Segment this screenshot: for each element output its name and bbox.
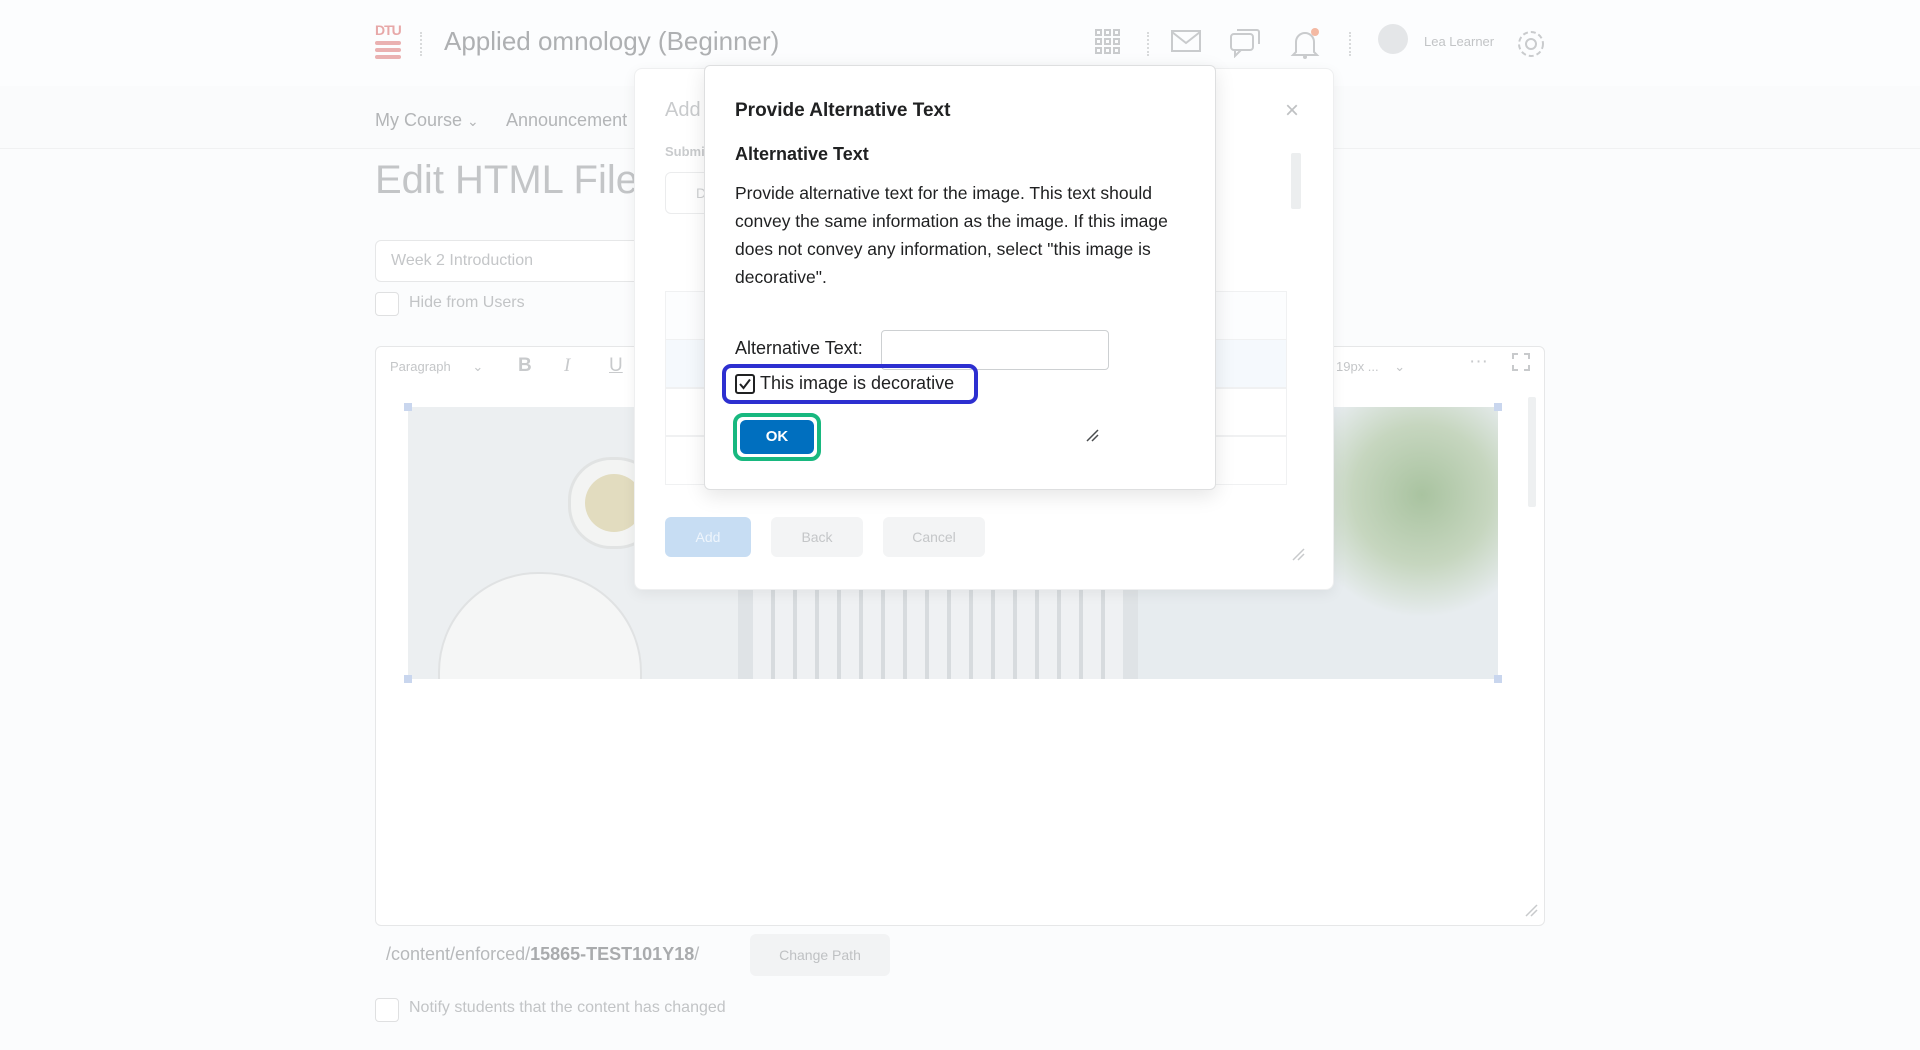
plate-graphic [438, 572, 642, 679]
keyboard-graphic [738, 577, 1138, 679]
underline-button[interactable]: U [609, 355, 623, 377]
dialog-title: Provide Alternative Text [735, 100, 951, 121]
content-path: /content/enforced/15865-TEST101Y18/ [386, 944, 700, 964]
add-dialog-title: Add [665, 99, 701, 121]
alt-text-heading: Alternative Text [735, 144, 869, 164]
chat-icon[interactable] [1229, 28, 1260, 59]
close-icon[interactable]: × [1285, 97, 1299, 125]
format-select[interactable]: Paragraph ⌄ [390, 359, 483, 375]
font-size-select[interactable]: 19px ... ⌄ [1336, 359, 1405, 375]
resize-grip-icon[interactable] [1524, 903, 1538, 917]
gear-icon[interactable] [1515, 28, 1545, 58]
resize-handle[interactable] [404, 675, 412, 683]
resize-grip-icon[interactable] [1085, 428, 1099, 442]
avatar[interactable] [1378, 24, 1408, 54]
resize-handle[interactable] [1494, 675, 1502, 683]
hide-from-users-checkbox[interactable] [375, 292, 399, 316]
cancel-button[interactable]: Cancel [883, 517, 985, 557]
add-button[interactable]: Add [665, 517, 751, 557]
editor-scrollbar[interactable] [1528, 397, 1536, 507]
decorative-checkbox[interactable] [735, 374, 755, 394]
resize-handle[interactable] [404, 403, 412, 411]
bold-button[interactable]: B [518, 355, 532, 377]
dtu-logo[interactable]: DTU [375, 22, 402, 66]
resize-handle[interactable] [1494, 403, 1502, 411]
separator [420, 32, 424, 56]
nav-announcements[interactable]: Announcement [506, 110, 627, 131]
more-options-button[interactable]: ··· [1469, 351, 1488, 373]
chevron-down-icon: ⌄ [472, 359, 484, 374]
change-path-button[interactable]: Change Path [750, 934, 890, 976]
checkmark-icon [739, 378, 751, 390]
chevron-down-icon: ⌄ [1394, 359, 1406, 374]
page-title: Edit HTML File [375, 158, 639, 202]
submission-label: Submi [665, 144, 705, 159]
logo-text: DTU [375, 22, 402, 38]
alt-text-dialog: Provide Alternative Text Alternative Tex… [704, 65, 1216, 490]
dialog-scrollbar[interactable] [1289, 139, 1301, 499]
hide-from-users-label: Hide from Users [409, 294, 525, 311]
notification-bell-icon[interactable] [1290, 28, 1320, 59]
notify-students-checkbox[interactable] [375, 998, 399, 1022]
course-title[interactable]: Applied omnology (Beginner) [444, 26, 779, 57]
fullscreen-icon[interactable] [1512, 353, 1530, 377]
nav-my-course[interactable]: My Course ⌄ [375, 110, 479, 131]
chevron-down-icon: ⌄ [467, 113, 479, 129]
back-button[interactable]: Back [771, 517, 863, 557]
mail-icon[interactable] [1170, 28, 1201, 58]
alt-text-description: Provide alternative text for the image. … [735, 183, 1168, 287]
apps-grid-icon[interactable] [1093, 28, 1123, 58]
notify-students-label: Notify students that the content has cha… [409, 999, 726, 1016]
plant-graphic [1308, 407, 1498, 627]
italic-button[interactable]: I [564, 355, 570, 377]
alt-text-label: Alternative Text: [735, 338, 863, 358]
ok-button[interactable]: OK [740, 420, 814, 454]
resize-grip-icon[interactable] [1291, 547, 1305, 561]
decorative-label[interactable]: This image is decorative [760, 373, 954, 394]
user-name[interactable]: Lea Learner [1424, 34, 1494, 49]
